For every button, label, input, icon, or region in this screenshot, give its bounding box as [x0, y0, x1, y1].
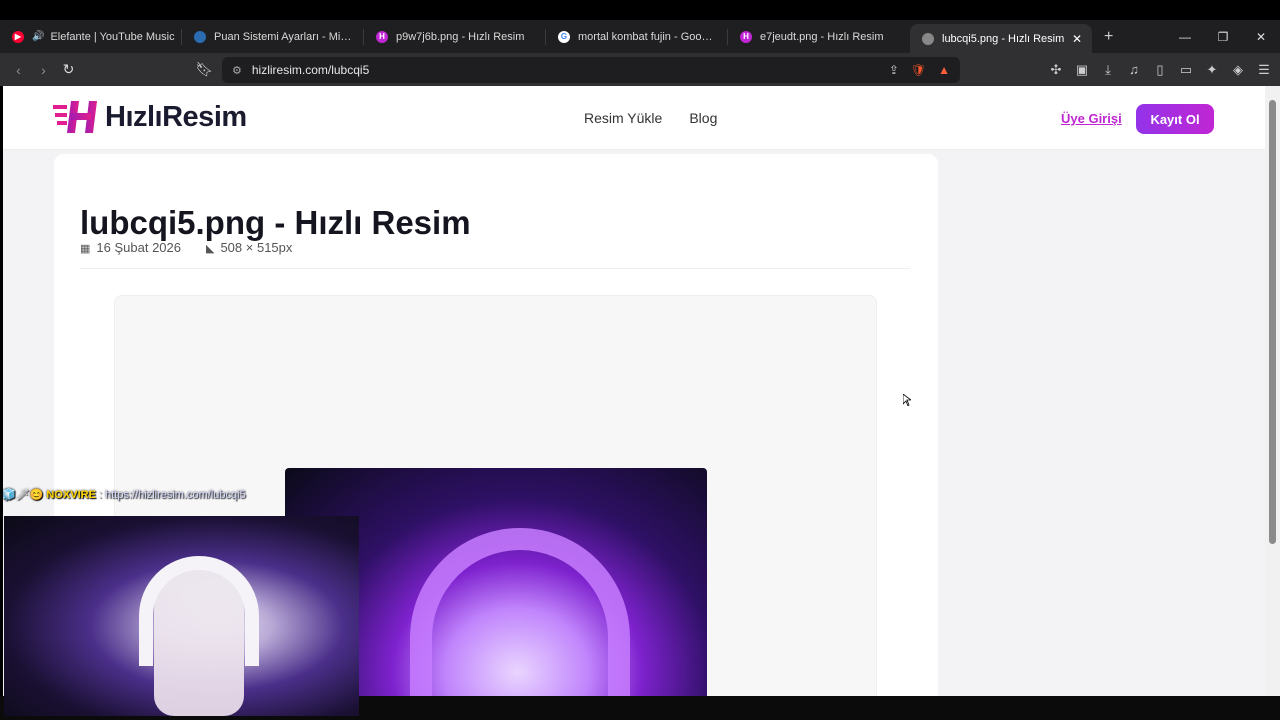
- streamer-headphones: [139, 556, 259, 666]
- tab-hizliresim-2[interactable]: H e7jeudt.png - Hızlı Resim: [728, 20, 910, 53]
- bookmark-icon[interactable]: 🔖︎: [192, 61, 217, 78]
- brave-rewards-icon[interactable]: ▲: [938, 63, 950, 77]
- close-window-icon[interactable]: ✕: [1242, 30, 1280, 44]
- tab-title: mortal kombat fujin - Google'da Ara: [578, 30, 718, 43]
- menu-icon[interactable]: ☰: [1256, 62, 1272, 78]
- chat-badges-icon: 🧊🗡︎😊: [2, 489, 44, 501]
- browser-tab-bar: ▶ 🔊 Elefante | YouTube Music Puan Sistem…: [0, 20, 1280, 53]
- chat-message: : https://hizliresim.com/lubcqi5: [99, 489, 246, 501]
- url-text: hizliresim.com/lubcqi5: [251, 63, 370, 77]
- google-icon: G: [558, 30, 570, 43]
- logo-icon: [53, 101, 97, 133]
- login-link[interactable]: Üye Girişi: [1061, 111, 1122, 126]
- chat-username: NOXVIRE: [46, 489, 96, 501]
- reload-icon[interactable]: ↻: [56, 61, 81, 78]
- kick-icon: [194, 30, 206, 43]
- tab-kick[interactable]: Puan Sistemi Ayarları - MissXss - Kick: [182, 20, 364, 53]
- download-icon[interactable]: ⤓: [1100, 62, 1116, 78]
- nav-upload-image[interactable]: Resim Yükle: [584, 110, 662, 126]
- scrollbar-thumb[interactable]: [1269, 100, 1276, 544]
- chat-overlay-line: 🧊🗡︎😊 NOXVIRE : https://hizliresim.com/lu…: [2, 488, 246, 501]
- hizliresim-icon: H: [740, 30, 752, 43]
- date-meta: ▦ 16 Şubat 2026: [80, 240, 181, 255]
- calendar-icon: ▦: [80, 243, 91, 255]
- top-strip: [0, 0, 1280, 20]
- back-icon[interactable]: ‹: [6, 62, 31, 78]
- tab-title: lubcqi5.png - Hızlı Resim: [942, 32, 1065, 45]
- tab-hizliresim-1[interactable]: H p9w7j6b.png - Hızlı Resim: [364, 20, 546, 53]
- browser-toolbar: ‹ › ↻ 🔖︎ ⚙ hizliresim.com/lubcqi5 ⇪ 🛡︎ ▲…: [0, 53, 1280, 86]
- wallet-icon[interactable]: ▭: [1178, 62, 1194, 78]
- share-icon[interactable]: ⇪: [889, 63, 899, 77]
- size-meta: ◣ 508 × 515px: [206, 240, 292, 255]
- image-meta: ▦ 16 Şubat 2026 ◣ 508 × 515px: [80, 240, 292, 255]
- minimize-icon[interactable]: —: [1166, 30, 1204, 44]
- media-icon[interactable]: ♫: [1126, 62, 1142, 77]
- address-bar[interactable]: ⚙ hizliresim.com/lubcqi5 ⇪ 🛡︎ ▲: [222, 57, 960, 83]
- screenshot-icon[interactable]: ▣: [1074, 62, 1090, 78]
- upload-date: 16 Şubat 2026: [96, 240, 181, 255]
- mouse-cursor-icon: [903, 394, 911, 406]
- main-nav: Resim Yükle Blog: [584, 110, 717, 126]
- site-logo[interactable]: HızlıResim: [53, 99, 247, 135]
- globe-icon: [922, 32, 934, 45]
- window-controls: — ❐ ✕: [1166, 20, 1280, 53]
- forward-icon[interactable]: ›: [31, 62, 56, 78]
- audio-icon[interactable]: 🔊: [32, 31, 44, 42]
- extensions-icon[interactable]: ✣: [1048, 62, 1064, 78]
- hizliresim-icon: H: [376, 30, 388, 43]
- webcam-overlay: [4, 516, 359, 716]
- url-actions: ⇪ 🛡︎ ▲: [889, 57, 950, 83]
- tab-google[interactable]: G mortal kombat fujin - Google'da Ara: [546, 20, 728, 53]
- tab-title: p9w7j6b.png - Hızlı Resim: [396, 30, 525, 43]
- youtube-music-icon: ▶: [12, 30, 24, 43]
- site-header: HızlıResim Resim Yükle Blog Üye Girişi K…: [3, 86, 1265, 150]
- divider: [80, 268, 910, 269]
- nav-blog[interactable]: Blog: [689, 110, 717, 126]
- page-title: lubcqi5.png - Hızlı Resim: [80, 204, 471, 241]
- tab-active-lubcqi5[interactable]: lubcqi5.png - Hızlı Resim ✕: [910, 24, 1092, 53]
- signup-button[interactable]: Kayıt Ol: [1136, 104, 1214, 134]
- sidebar-icon[interactable]: ▯: [1152, 62, 1168, 78]
- leo-ai-icon[interactable]: ✦: [1204, 62, 1220, 78]
- ruler-icon: ◣: [205, 243, 215, 255]
- vertical-scrollbar[interactable]: [1265, 86, 1280, 696]
- tab-title: Puan Sistemi Ayarları - MissXss - Kick: [214, 30, 354, 43]
- image-dimensions: 508 × 515px: [220, 240, 293, 255]
- new-tab-button[interactable]: +: [1104, 28, 1113, 46]
- tab-title: e7jeudt.png - Hızlı Resim: [760, 30, 884, 43]
- restore-icon[interactable]: ❐: [1204, 30, 1242, 44]
- tab-title: Elefante | YouTube Music: [50, 30, 175, 43]
- site-settings-icon[interactable]: ⚙: [232, 64, 242, 77]
- close-tab-icon[interactable]: ✕: [1072, 32, 1082, 46]
- vpn-icon[interactable]: ◈: [1230, 62, 1246, 78]
- browser-extensions: ✣ ▣ ⤓ ♫ ▯ ▭ ✦ ◈ ☰: [1048, 53, 1272, 86]
- brave-shields-icon[interactable]: 🛡︎: [911, 63, 926, 77]
- headphones-shape: [410, 528, 630, 696]
- logo-text: HızlıResim: [105, 100, 247, 133]
- tab-youtube-music[interactable]: ▶ 🔊 Elefante | YouTube Music: [0, 20, 182, 53]
